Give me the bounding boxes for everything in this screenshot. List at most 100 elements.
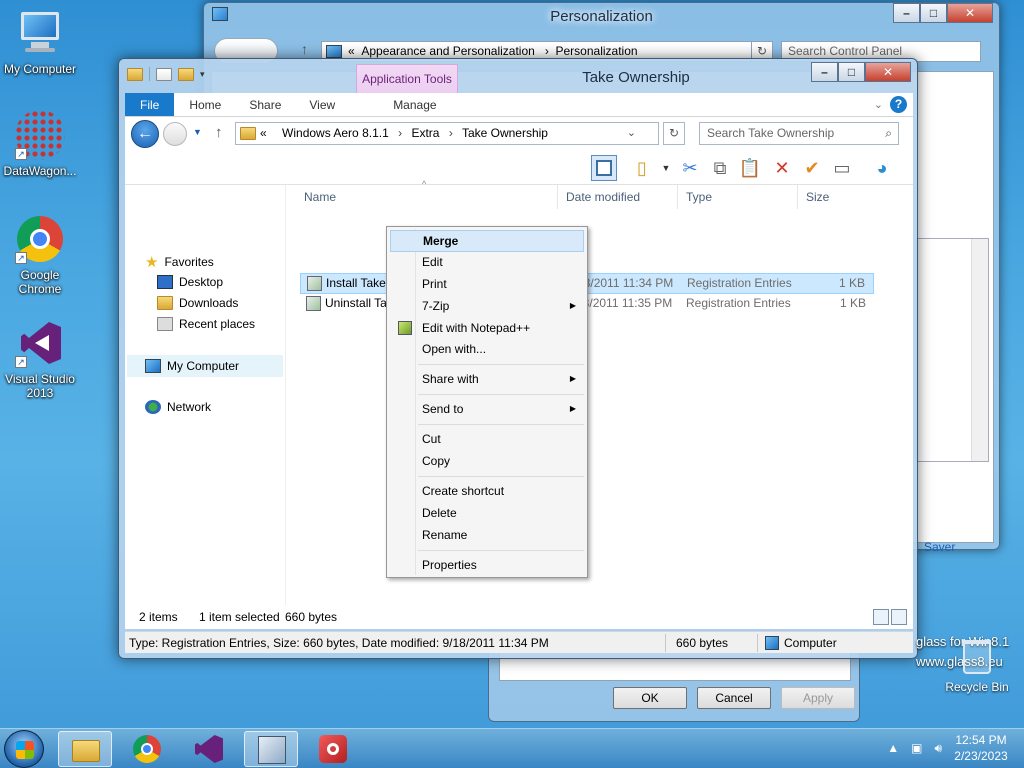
column-header-date[interactable]: Date modified [558,185,678,209]
breadcrumb-item[interactable]: Extra [411,126,439,140]
taskbar-app[interactable] [306,731,360,767]
menu-item-create-shortcut[interactable]: Create shortcut [390,480,584,502]
menu-label: Send to [422,402,464,416]
tab-home[interactable]: Home [175,93,235,116]
file-size: 1 KB [838,276,865,290]
copy-icon[interactable]: ⧉ [707,155,733,181]
clock[interactable]: 12:54 PM 2/23/2023 [948,732,1014,764]
check-icon[interactable]: ✔ [799,155,825,181]
menu-item-edit-notepad[interactable]: Edit with Notepad++ [390,317,584,339]
nav-my-computer[interactable]: My Computer [127,355,283,377]
minimize-button[interactable]: – [893,3,920,23]
menu-item-cut[interactable]: Cut [390,428,584,450]
forward-button[interactable] [163,122,187,146]
start-button[interactable] [4,730,44,768]
menu-item-print[interactable]: Print [390,273,584,295]
selection-count: 1 item selected [199,610,280,624]
maximize-button[interactable]: □ [920,3,947,23]
search-placeholder: Search Take Ownership [707,126,835,140]
column-header-size[interactable]: Size [798,185,878,209]
taskbar-chrome[interactable] [120,731,174,767]
menu-item-properties[interactable]: Properties [390,554,584,576]
nav-recent-places[interactable]: Recent places [157,317,255,331]
chevron-down-icon[interactable]: ⌄ [627,123,636,144]
taskbar-explorer[interactable] [58,731,112,767]
recycle-bin-icon [963,640,991,674]
taskbar-visual-studio[interactable] [182,731,236,767]
breadcrumb[interactable]: « Windows Aero 8.1.1 › Extra › Take Owne… [235,122,659,145]
registry-file-icon [307,276,322,291]
details-view-icon[interactable] [873,609,889,625]
menu-item-7zip[interactable]: 7-Zip ▶ [390,295,584,317]
up-arrow-icon[interactable]: ↑ [215,124,223,141]
back-button[interactable]: ← [131,120,159,148]
menu-item-copy[interactable]: Copy [390,450,584,472]
tab-share[interactable]: Share [235,93,295,116]
preview-pane-icon[interactable] [591,155,617,181]
file-list: ^ Name Date modified Type Size Install T… [285,179,913,605]
nav-network[interactable]: Network [145,400,211,414]
nav-downloads[interactable]: Downloads [157,296,238,310]
maximize-button[interactable]: □ [838,62,865,82]
recent-locations-icon[interactable]: ▼ [193,127,202,137]
screen-saver-link[interactable]: Saver [924,540,955,554]
help-icon[interactable]: ? [890,96,907,113]
control-panel-icon [258,736,286,764]
tab-manage[interactable]: Manage [365,93,464,116]
close-button[interactable]: ✕ [947,3,993,23]
taskbar-control-panel[interactable] [244,731,298,767]
close-button[interactable]: ✕ [865,62,911,82]
nav-label: Favorites [164,255,214,269]
tab-file[interactable]: File [125,93,175,116]
large-icons-view-icon[interactable] [891,609,907,625]
breadcrumb-item[interactable]: Take Ownership [462,126,548,140]
expand-ribbon-icon[interactable]: ⌄ [874,93,883,117]
aero-shell-icon[interactable]: ◕ [869,155,895,181]
paste-icon[interactable]: 📋 [737,155,763,181]
refresh-icon[interactable]: ↻ [663,122,685,145]
file-type: Registration Entries [686,296,791,310]
scrollbar[interactable] [971,239,988,461]
cut-icon[interactable]: ✂ [677,155,703,181]
desktop-icon-datawagon[interactable]: ↗ DataWagon... [0,110,80,178]
folder-view-icon[interactable]: ▯ [629,155,655,181]
network-icon[interactable]: ▣ [911,741,922,756]
apply-button[interactable]: Apply [781,687,855,709]
window-title: Take Ownership [582,69,690,86]
tab-view[interactable]: View [295,93,349,116]
desktop-icon-recycle-bin[interactable]: Recycle Bin [942,640,1012,694]
menu-item-delete[interactable]: Delete [390,502,584,524]
theme-list[interactable] [916,238,989,462]
minimize-button[interactable]: – [811,62,838,82]
notepad-plus-plus-icon [398,321,412,335]
menu-item-rename[interactable]: Rename [390,524,584,546]
rename-icon[interactable]: ▭ [829,155,855,181]
downloads-icon [157,296,173,310]
up-arrow-icon[interactable]: ↑ [301,41,308,57]
menu-item-send-to[interactable]: Send to ▶ [390,398,584,420]
visual-studio-icon: ↗ [15,318,65,368]
cancel-button[interactable]: Cancel [697,687,771,709]
breadcrumb-item[interactable]: Personalization [556,44,638,58]
volume-icon[interactable]: 🔊︎ [934,741,942,756]
menu-item-share-with[interactable]: Share with ▶ [390,368,584,390]
chevron-down-icon[interactable]: ▼ [653,155,679,181]
column-header-type[interactable]: Type [678,185,798,209]
nav-favorites[interactable]: ★ Favorites [145,253,214,271]
menu-item-open-with[interactable]: Open with... [390,338,584,360]
menu-item-merge[interactable]: Merge [390,230,584,252]
nav-desktop[interactable]: Desktop [157,275,223,289]
search-input[interactable]: Search Take Ownership ⌕ [699,122,899,145]
dialog-buttons: OK Cancel Apply [613,687,855,709]
desktop-icon-chrome[interactable]: ↗ Google Chrome [0,214,80,296]
delete-icon[interactable]: ✕ [769,155,795,181]
breadcrumb-item[interactable]: Windows Aero 8.1.1 [282,126,389,140]
desktop-icon-visual-studio[interactable]: ↗ Visual Studio 2013 [0,318,80,400]
column-header-name[interactable]: Name [296,185,558,209]
breadcrumb-item[interactable]: Appearance and Personalization [361,44,534,58]
desktop-icon-my-computer[interactable]: My Computer [0,8,80,76]
menu-item-edit[interactable]: Edit [390,251,584,273]
chrome-icon: ↗ [15,214,65,264]
show-hidden-icons-icon[interactable]: ▲ [887,741,899,756]
ok-button[interactable]: OK [613,687,687,709]
